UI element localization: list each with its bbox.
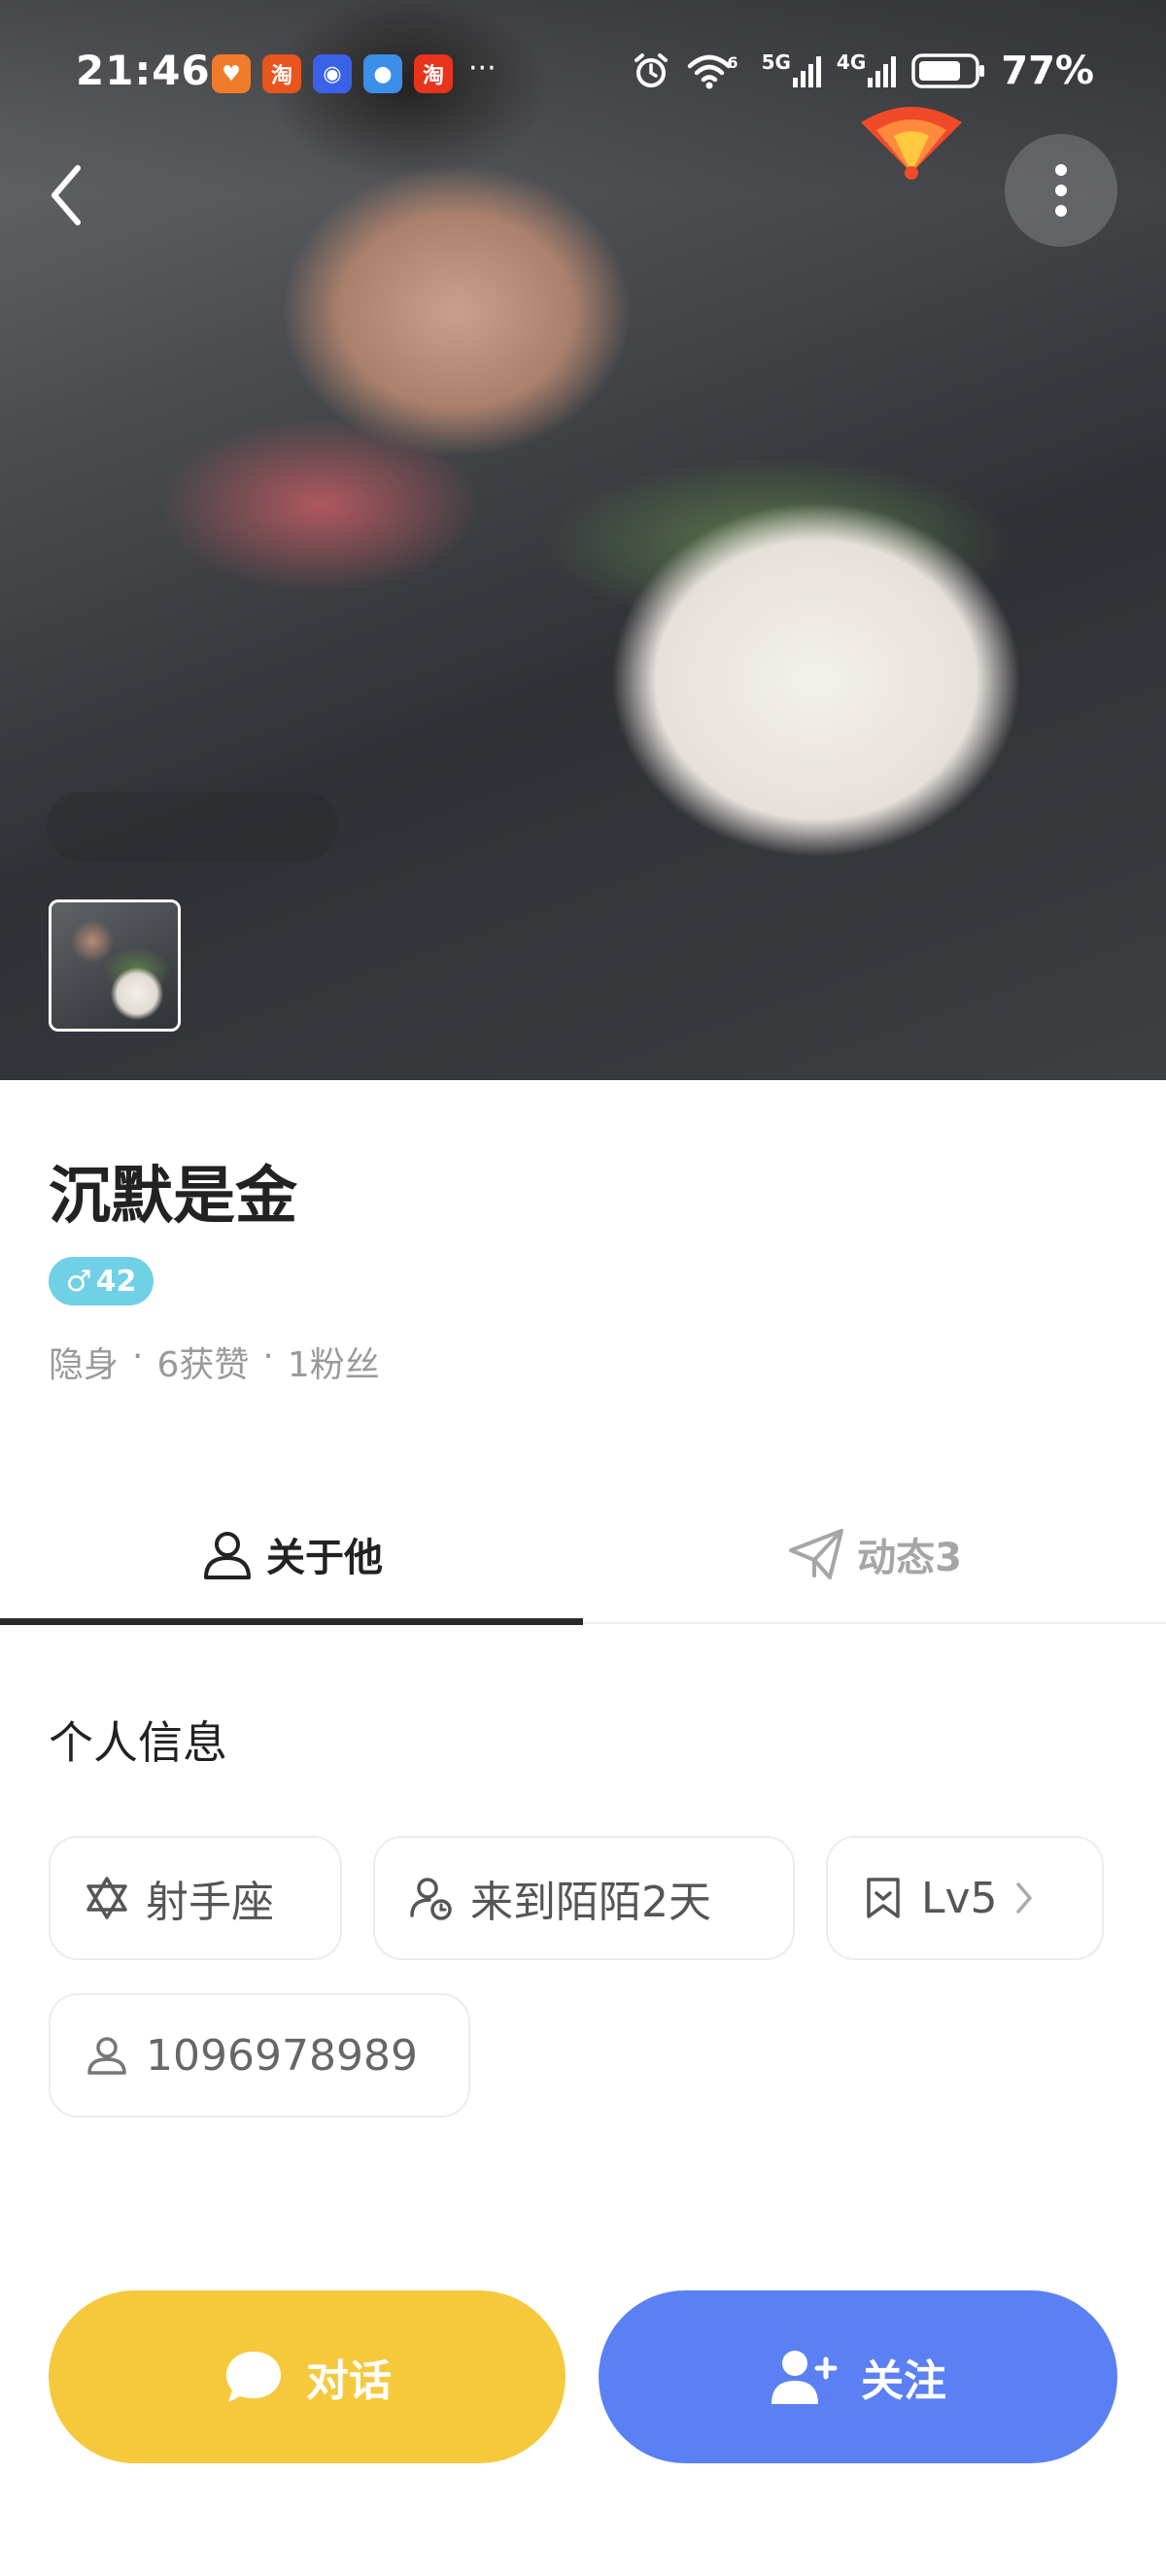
signal-bars-icon [792, 54, 821, 87]
tab-moments-label: 动态3 [857, 1536, 962, 1580]
more-vertical-icon [1055, 164, 1067, 217]
user-icon [87, 2037, 126, 2075]
red-fan-icon[interactable] [855, 101, 968, 183]
taobao-sale-icon: 淘 [262, 54, 301, 93]
gender-age-badge: ♂ 42 [49, 1257, 154, 1305]
zodiac-label: 射手座 [146, 1878, 274, 1927]
network-label-2: 4G [836, 51, 867, 74]
status-time: 21:46 [76, 47, 211, 94]
tab-about-label: 关于他 [266, 1536, 383, 1580]
person-icon [204, 1532, 251, 1579]
browser-icon: ● [363, 54, 402, 93]
follow-button-label: 关注 [861, 2356, 946, 2406]
more-options-button[interactable] [1005, 134, 1117, 247]
network-label-1: 5G [761, 51, 791, 74]
person-clock-icon [410, 1878, 452, 1920]
status-bar: 21:46 ♥ 淘 ◉ ● 淘 ··· 6 5G 4G 77% [0, 47, 1166, 105]
more-notifications-indicator: ··· [468, 51, 497, 85]
add-user-icon [772, 2351, 838, 2404]
status-indicators: 6 5G 4G 77% [632, 49, 1094, 93]
personal-info-title: 个人信息 [49, 1716, 227, 1769]
user-id-label: 1096978989 [146, 2030, 418, 2081]
taobao-icon: 淘 [414, 54, 453, 93]
signal-bars-icon [868, 54, 897, 87]
chat-bubble-icon [226, 2352, 281, 2402]
chevron-right-icon [1015, 1882, 1032, 1914]
chat-button-label: 对话 [306, 2356, 392, 2406]
likes-count: 6获赞 [156, 1345, 250, 1385]
fans-count[interactable]: 1粉丝 [288, 1337, 380, 1387]
days-joined-chip: 来到陌陌2天 [373, 1836, 795, 1960]
follow-button[interactable]: 关注 [599, 2290, 1117, 2463]
cover-overlay-pill [47, 792, 338, 862]
user-id-chip[interactable]: 1096978989 [49, 1993, 470, 2118]
level-chip[interactable]: Lv5 [826, 1836, 1104, 1960]
profile-name: 沉默是金 [49, 1161, 297, 1233]
chevron-left-icon [51, 165, 81, 225]
age-value: 42 [95, 1264, 137, 1299]
chat-button[interactable]: 对话 [49, 2290, 566, 2463]
profile-stats: 隐身 · 6获赞 · 1粉丝 [49, 1337, 380, 1387]
wifi-indicator: 6 [686, 52, 745, 89]
male-icon: ♂ [65, 1264, 92, 1299]
level-label: Lv5 [921, 1873, 998, 1923]
days-joined-label: 来到陌陌2天 [470, 1878, 711, 1927]
active-tab-indicator [0, 1618, 583, 1625]
tab-moments[interactable]: 动态3 [583, 1486, 1166, 1622]
cell-signal-1: 5G [761, 51, 821, 87]
bookmark-level-icon [867, 1878, 900, 1918]
battery-percent: 77% [1001, 49, 1094, 93]
wifi-icon [688, 54, 732, 89]
wifi-badge: 6 [727, 53, 738, 72]
back-button[interactable] [49, 153, 111, 237]
send-icon [789, 1529, 844, 1579]
battery-icon [911, 53, 985, 88]
qq-icon: ◉ [313, 54, 352, 93]
notification-icons: ♥ 淘 ◉ ● 淘 ··· [212, 54, 497, 93]
tab-about[interactable]: 关于他 [0, 1486, 583, 1622]
zodiac-chip: 射手座 [49, 1836, 342, 1960]
online-status: 隐身 [49, 1345, 120, 1385]
taobao-badge-icon: ♥ [212, 54, 251, 93]
star-of-david-icon [86, 1877, 127, 1919]
alarm-icon [634, 53, 669, 87]
photo-thumbnail[interactable] [49, 899, 181, 1032]
stats-separator: · [132, 1337, 144, 1376]
stats-separator: · [262, 1337, 274, 1376]
cell-signal-2: 4G [836, 51, 897, 87]
profile-tabs: 关于他 动态3 [0, 1486, 1166, 1625]
